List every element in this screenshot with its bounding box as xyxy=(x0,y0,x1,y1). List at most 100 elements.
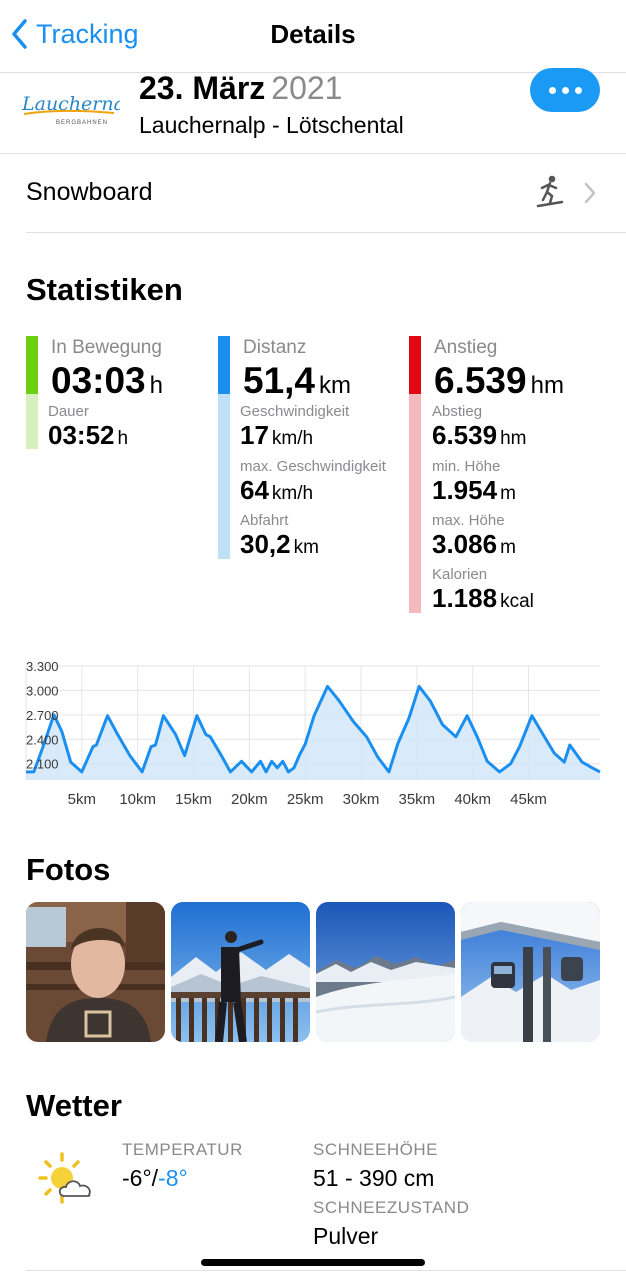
calories-unit: kcal xyxy=(500,591,534,612)
speed-unit: km/h xyxy=(271,428,314,449)
activity-label[interactable]: Snowboard xyxy=(26,178,152,207)
snow-condition-label: SCHNEEZUSTAND xyxy=(313,1198,470,1217)
section-title-photos: Fotos xyxy=(26,852,111,887)
max-altitude-unit: m xyxy=(500,537,516,558)
calories-label: Kalorien xyxy=(432,566,488,583)
x-tick-label: 45km xyxy=(510,791,547,808)
descent-value: 6.539 hm xyxy=(432,420,526,451)
more-dot xyxy=(574,86,582,94)
elevation-area xyxy=(26,686,600,780)
y-tick-label: 3.000 xyxy=(26,683,59,698)
duration-value: 03:52 h xyxy=(48,420,128,451)
snowboarder-icon xyxy=(535,174,565,215)
date-heading: 23. März 2021 xyxy=(139,70,342,107)
descent-label: Abstieg xyxy=(432,403,483,420)
photo-selfie[interactable] xyxy=(26,902,165,1042)
descent-distance-unit: km xyxy=(293,537,319,558)
snow-depth-value: 51 - 390 cm xyxy=(313,1165,435,1191)
max-altitude-number: 3.086 xyxy=(432,529,498,559)
x-tick-label: 35km xyxy=(399,791,436,808)
y-tick-label: 2.400 xyxy=(26,732,59,747)
x-tick-label: 40km xyxy=(454,791,491,808)
chevron-right-icon[interactable] xyxy=(584,182,596,209)
page-title: Details xyxy=(270,19,356,49)
temperature-low: -8° xyxy=(158,1165,188,1191)
descent-distance-value: 30,2 km xyxy=(240,529,319,560)
x-tick-label: 15km xyxy=(175,791,212,808)
x-tick-label: 25km xyxy=(287,791,324,808)
photo-terrace[interactable] xyxy=(171,902,310,1042)
more-dot xyxy=(561,86,569,94)
motion-value: 03:03 h xyxy=(51,360,163,402)
max-speed-label: max. Geschwindigkeit xyxy=(240,458,386,475)
more-dot xyxy=(548,86,556,94)
motion-unit: h xyxy=(149,372,163,399)
x-tick-label: 10km xyxy=(119,791,156,808)
temperature-label: TEMPERATUR xyxy=(122,1140,243,1159)
duration-number: 03:52 xyxy=(48,420,115,450)
max-altitude-value: 3.086 m xyxy=(432,529,516,560)
min-altitude-number: 1.954 xyxy=(432,475,498,505)
descent-number: 6.539 xyxy=(432,420,498,450)
speed-label: Geschwindigkeit xyxy=(240,403,350,420)
ascent-bar xyxy=(409,336,421,394)
y-tick-label: 2.700 xyxy=(26,708,59,723)
min-altitude-unit: m xyxy=(500,483,516,504)
motion-label: In Bewegung xyxy=(51,337,162,358)
snow-depth-label: SCHNEEHÖHE xyxy=(313,1140,438,1159)
max-speed-unit: km/h xyxy=(271,483,314,504)
ascent-label: Anstieg xyxy=(434,337,498,358)
date-day: 23. März xyxy=(139,70,266,106)
resort-logo: Lauchernalp BERGBAHNEN xyxy=(20,86,143,128)
distance-bar-light xyxy=(218,394,230,559)
elevation-chart[interactable]: 5km 10km 15km 20km 25km 30km 35km 40km 45km 3.300… xyxy=(0,650,626,820)
distance-label: Distanz xyxy=(243,337,307,358)
calories-number: 1.188 xyxy=(432,583,498,613)
motion-bar-light xyxy=(26,394,38,449)
descent-distance-number: 30,2 xyxy=(240,529,291,559)
calories-value: 1.188 kcal xyxy=(432,583,534,614)
duration-label: Dauer xyxy=(48,403,89,420)
svg-text:BERGBAHNEN: BERGBAHNEN xyxy=(56,120,108,126)
max-altitude-label: max. Höhe xyxy=(432,512,505,529)
temperature-value: -6°/-8° xyxy=(122,1165,188,1192)
ascent-number: 6.539 xyxy=(434,360,527,401)
photo-mountains[interactable] xyxy=(316,902,455,1042)
speed-number: 17 xyxy=(240,420,269,450)
more-options-button[interactable] xyxy=(530,68,600,112)
ascent-bar-light xyxy=(409,394,421,613)
resort-name: Lauchernalp - Lötschental xyxy=(139,112,404,138)
motion-number: 03:03 xyxy=(51,360,146,401)
y-tick-label: 2.100 xyxy=(26,757,59,772)
home-indicator[interactable] xyxy=(201,1259,425,1266)
distance-unit: km xyxy=(319,372,352,399)
photo-gondola[interactable] xyxy=(461,902,600,1042)
distance-number: 51,4 xyxy=(243,360,316,401)
temperature-high: -6°/ xyxy=(122,1165,159,1191)
ascent-unit: hm xyxy=(530,372,564,399)
sun-cloud-icon xyxy=(38,1152,98,1213)
divider xyxy=(26,1270,626,1271)
snow-condition-value: Pulver xyxy=(313,1223,379,1249)
distance-value: 51,4 km xyxy=(243,360,351,402)
date-year: 2021 xyxy=(271,70,343,106)
divider xyxy=(26,232,626,233)
max-speed-value: 64 km/h xyxy=(240,475,313,506)
descent-distance-label: Abfahrt xyxy=(240,512,289,529)
duration-unit: h xyxy=(117,428,129,449)
x-tick-label: 5km xyxy=(68,791,96,808)
min-altitude-value: 1.954 m xyxy=(432,475,516,506)
section-title-statistics: Statistiken xyxy=(26,272,183,307)
max-speed-number: 64 xyxy=(240,475,269,505)
motion-bar xyxy=(26,336,38,394)
min-altitude-label: min. Höhe xyxy=(432,458,501,475)
x-tick-label: 20km xyxy=(231,791,268,808)
speed-value: 17 km/h xyxy=(240,420,313,451)
section-title-weather: Wetter xyxy=(26,1088,122,1123)
y-tick-label: 3.300 xyxy=(26,659,59,674)
distance-bar xyxy=(218,336,230,394)
x-tick-label: 30km xyxy=(343,791,380,808)
ascent-value: 6.539 hm xyxy=(434,360,564,402)
descent-unit: hm xyxy=(500,428,527,449)
divider xyxy=(0,153,626,154)
